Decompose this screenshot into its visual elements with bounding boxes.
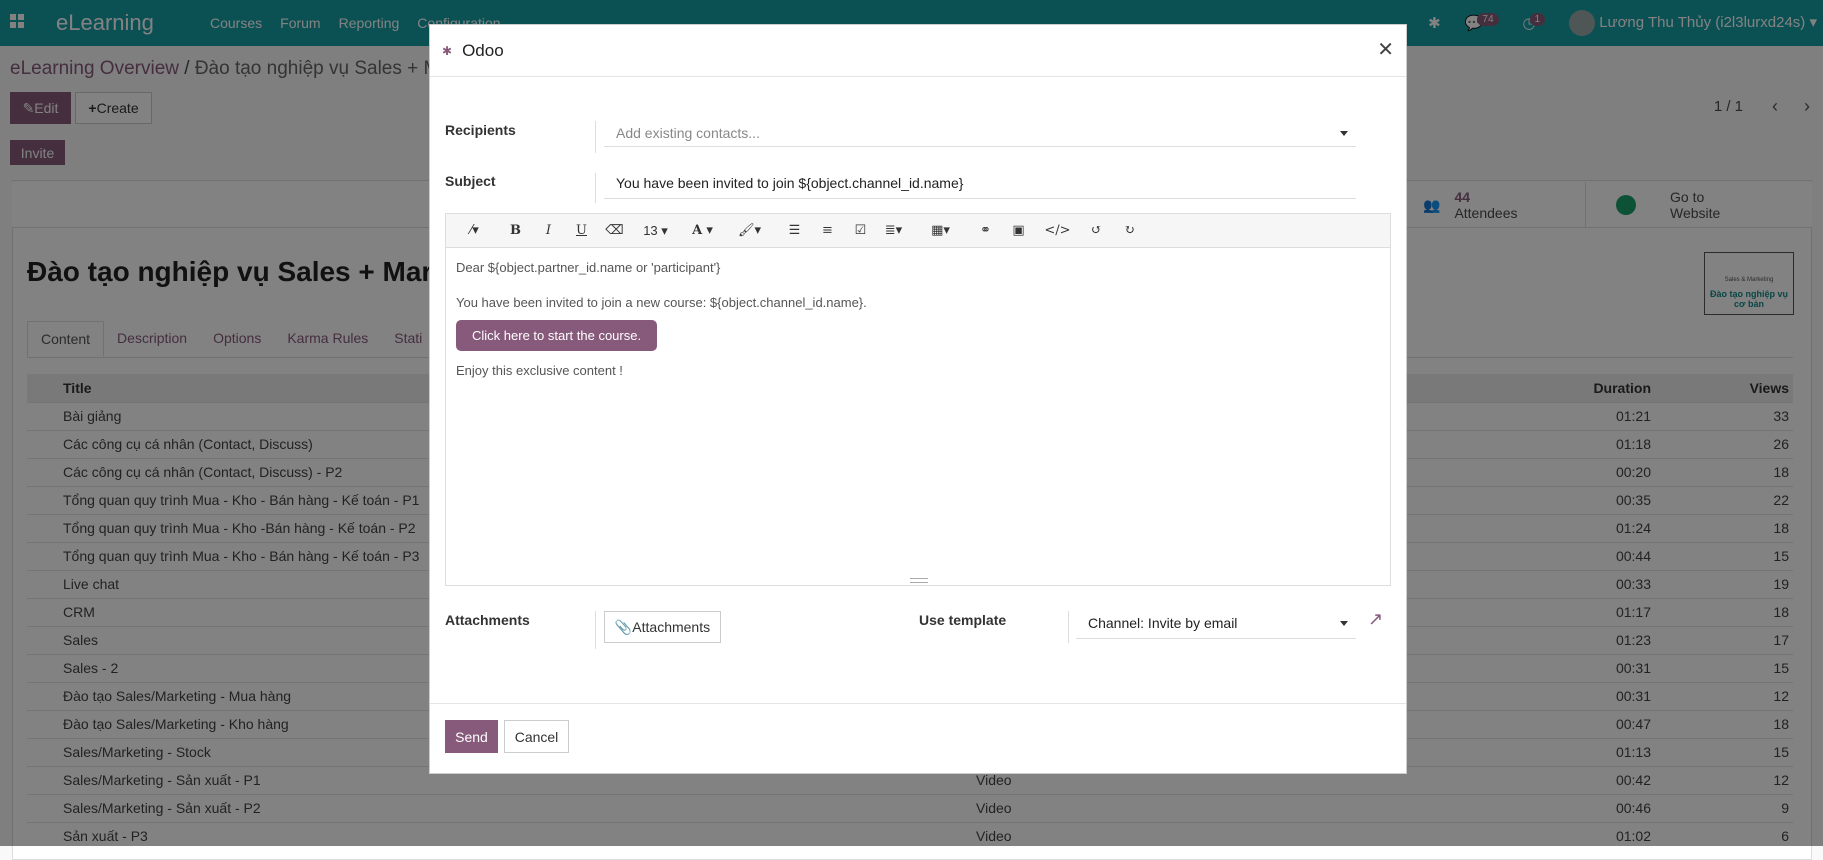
redo-icon[interactable]: ↻ — [1113, 223, 1146, 238]
brush-icon[interactable]: 🖌▾ — [733, 223, 766, 238]
cancel-button[interactable]: Cancel — [504, 720, 569, 753]
send-button[interactable]: Send — [445, 720, 498, 753]
attachments-button-label: Attachments — [632, 619, 711, 635]
code-view-icon[interactable]: </> — [1041, 223, 1074, 238]
bug-icon: ✱ — [442, 43, 453, 58]
dialog-title: Odoo — [462, 40, 504, 60]
numbered-list-icon[interactable]: ≡ — [811, 223, 844, 238]
start-course-button[interactable]: Click here to start the course. — [456, 320, 658, 351]
dialog-footer — [430, 703, 1406, 704]
separator — [595, 121, 596, 153]
font-size-value: 13 — [643, 222, 658, 238]
editor-content[interactable]: Dear ${object.partner_id.name or 'partic… — [446, 248, 1390, 410]
subject-input[interactable]: You have been invited to join ${object.c… — [604, 171, 1356, 199]
magic-wand-icon[interactable]: ⁄▾ — [458, 223, 491, 238]
external-link-icon[interactable]: ↗ — [1368, 609, 1383, 630]
align-icon[interactable]: ≣▾ — [877, 223, 910, 238]
caret-down-icon — [1340, 621, 1348, 626]
body-greeting: Dear ${object.partner_id.name or 'partic… — [456, 260, 721, 275]
editor-toolbar: ⁄▾ B I U ⌫ 13 ▾ A ▾ 🖌▾ ☰ ≡ ☑ ≣▾ ▦▾ ⚭ ▣ <… — [446, 214, 1390, 248]
caret-down-icon — [1340, 131, 1348, 136]
eraser-icon[interactable]: ⌫ — [598, 223, 631, 238]
bold-icon[interactable]: B — [499, 223, 532, 238]
attachments-button[interactable]: 📎 Attachments — [604, 611, 721, 643]
font-size-dropdown[interactable]: 13 ▾ — [639, 223, 672, 239]
invite-dialog: ✱ Odoo ✕ Recipients Add existing contacts… — [429, 24, 1407, 774]
separator — [595, 611, 596, 649]
paperclip-icon: 📎 — [614, 618, 633, 635]
template-label: Use template — [919, 612, 1007, 628]
italic-icon[interactable]: I — [532, 223, 565, 238]
template-select[interactable]: Channel: Invite by email — [1076, 611, 1356, 639]
table-icon[interactable]: ▦▾ — [924, 223, 957, 238]
recipients-label: Recipients — [445, 122, 516, 138]
attachments-label: Attachments — [445, 612, 530, 628]
separator — [595, 173, 596, 203]
separator — [1068, 611, 1069, 643]
underline-icon[interactable]: U — [565, 223, 598, 238]
link-icon[interactable]: ⚭ — [969, 223, 1002, 238]
body-invite-text: You have been invited to join a new cour… — [456, 295, 867, 310]
close-icon[interactable]: ✕ — [1377, 37, 1394, 62]
font-color-icon[interactable]: A ▾ — [686, 223, 719, 238]
undo-icon[interactable]: ↺ — [1080, 223, 1113, 238]
bullet-list-icon[interactable]: ☰ — [778, 223, 811, 238]
template-value: Channel: Invite by email — [1088, 615, 1238, 631]
subject-label: Subject — [445, 173, 496, 189]
recipients-placeholder: Add existing contacts... — [616, 125, 760, 141]
checklist-icon[interactable]: ☑ — [844, 223, 877, 238]
recipients-input[interactable]: Add existing contacts... — [604, 121, 1356, 147]
image-icon[interactable]: ▣ — [1002, 223, 1035, 238]
body-editor[interactable]: ⁄▾ B I U ⌫ 13 ▾ A ▾ 🖌▾ ☰ ≡ ☑ ≣▾ ▦▾ ⚭ ▣ <… — [445, 213, 1391, 586]
body-closing: Enjoy this exclusive content ! — [456, 363, 623, 378]
resize-handle[interactable] — [910, 578, 928, 583]
